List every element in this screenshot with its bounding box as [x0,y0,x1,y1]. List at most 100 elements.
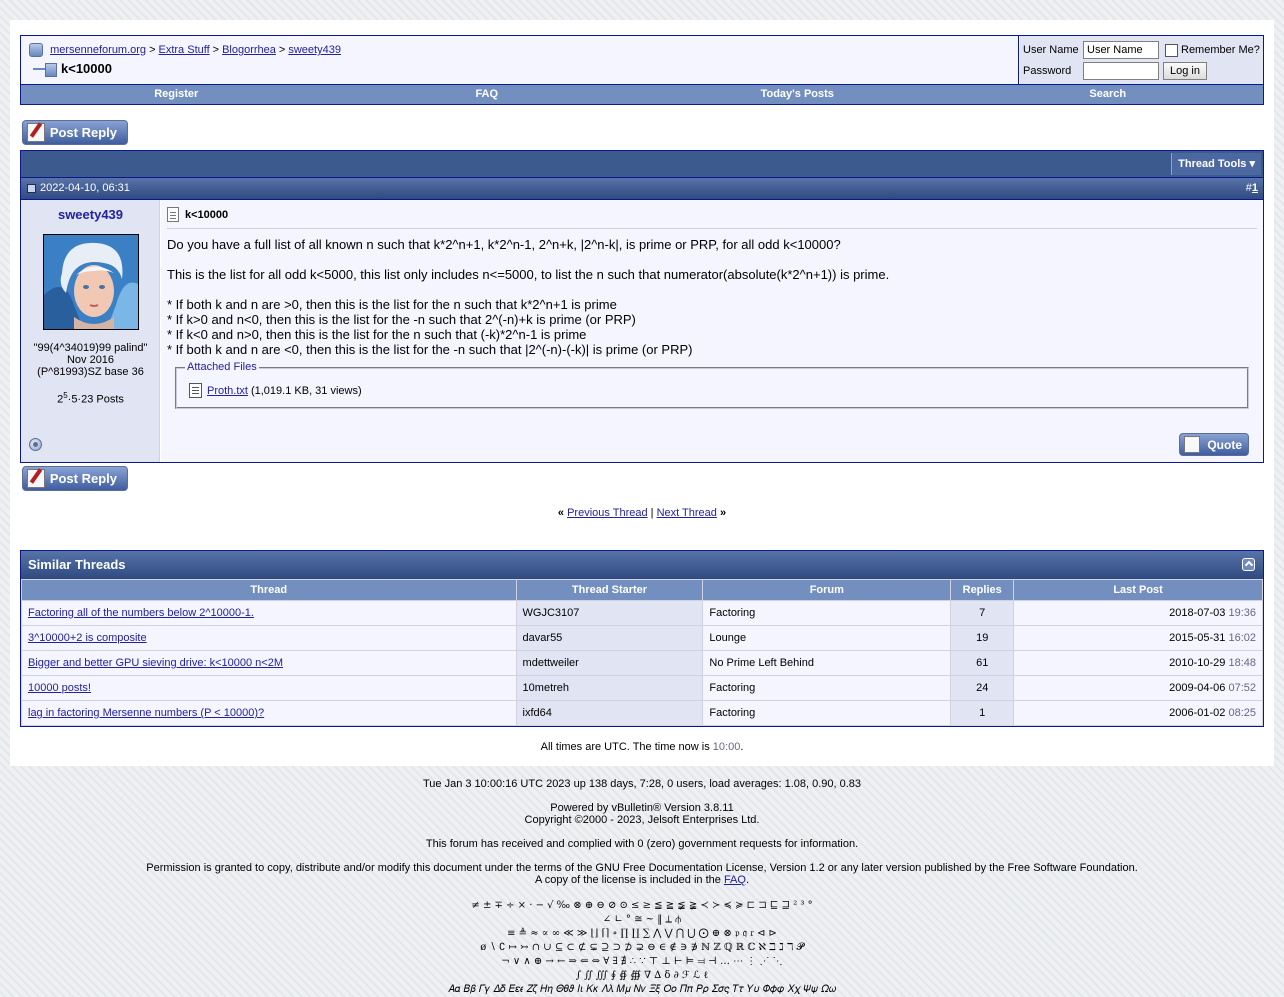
similar-threads-title: Similar Threads [28,557,126,572]
post-date-text: 2022-04-10, 06:31 [40,182,130,194]
last-post-time: 08:25 [1228,707,1256,719]
similar-threads-table: Thread Thread Starter Forum Replies Last… [21,579,1263,726]
post-reply-icon [27,123,45,142]
table-row: 3^10000+2 is composite davar55 Lounge 19… [21,625,1263,651]
thread-link[interactable]: lag in factoring Mersenne numbers (P < 1… [28,707,264,719]
glyph-line: ∠ ∟ ° ≅ ~ ‖ ⟂ ⫛ [602,914,682,925]
post-reply-button-top[interactable]: Post Reply [22,120,128,145]
glyph-line: ø ∖ ∁ ↦ ↣ ∩ ∪ ⊆ ⊂ ⊄ ⊊ ⊇ ⊃ ⊅ ⊋ ⊖ ∈ ∉ ∋ ∌ … [480,942,804,953]
attached-files: Attached Files Proth.txt (1,019.1 KB, 31… [175,361,1249,409]
collapse-icon[interactable] [1242,558,1255,571]
last-post-time: 16:02 [1228,632,1256,644]
post-body: sweety439 "99(4^34019)99 palind" Nov 201… [20,200,1264,463]
thread-reload-icon[interactable] [29,62,57,77]
thread-forum: Factoring [702,700,952,726]
thread-forum: No Prime Left Behind [702,650,952,676]
thread-title: k<10000 [61,61,112,76]
thread-nav-sep: | [650,507,654,519]
user-offline-icon [29,438,42,451]
faq-link[interactable]: FAQ [724,874,746,886]
menu-faq[interactable]: FAQ [332,85,643,104]
post-reply-label: Post Reply [49,471,117,486]
powered-by: Powered by vBulletin® Version 3.8.11 [550,802,734,814]
last-post-date: 2015-05-31 [1169,632,1226,644]
last-post-time: 07:52 [1228,682,1256,694]
user-title-line: (P^81993)SZ base 36 [37,366,144,378]
menu-todays-posts[interactable]: Today's Posts [642,85,953,104]
thread-link[interactable]: 10000 posts! [28,682,91,694]
copyright: Copyright ©2000 - 2023, Jelsoft Enterpri… [524,814,760,826]
attachment-item: Proth.txt (1,019.1 KB, 31 views) [189,383,362,398]
post-reply-icon [27,469,45,488]
col-thread: Thread [21,579,517,601]
glyph-line: ≡ ≜ ≈ ∝ ∞ ≪ ≫ ⌊⌋ ⌈⌉ ∘ ∏ ∐ ∑ ⋀ ⋁ ⋂ ⋃ ⨀ ⊕ … [507,928,777,939]
thread-link[interactable]: Factoring all of the numbers below 2^100… [28,607,254,619]
post-header: 2022-04-10, 06:31 #1 [20,178,1264,200]
thread-last-post: 2006-01-02 08:25 [1013,700,1263,726]
thread-forum: Factoring [702,600,952,626]
thread-tools-label: Thread Tools [1178,158,1247,170]
login-button[interactable]: Log in [1163,62,1207,80]
thread-tools-button[interactable]: Thread Tools ▾ [1171,153,1261,175]
previous-thread-link[interactable]: Previous Thread [567,507,648,519]
thread-replies: 24 [950,675,1015,701]
thread-starter: WGJC3107 [515,600,704,626]
thread-forum: Lounge [702,625,952,651]
glyph-line: ¬ ∨ ∧ ⊕ → ← ⇒ ⇐ ⇔ ∀ ∃ ∄ ∴ ∵ ⊤ ⊥ ⊢ ⊨ ⫤ ⊣ … [501,956,783,967]
breadcrumb-home[interactable]: mersenneforum.org [50,44,146,56]
nav-right-quote: » [719,507,727,519]
login-row-user: User Name Remember Me? [1023,41,1260,59]
glyph-line: ∫ ∬ ∭ ∮ ∯ ∰ ∇ ∆ δ ∂ ℱ ℒ ℓ [575,970,709,981]
page-title: k<10000 [29,61,112,77]
menu-bar: Register FAQ Today's Posts Search [20,85,1264,105]
quote-label: Quote [1207,437,1242,452]
old-post-icon [27,183,36,193]
timezone-end: . [740,741,744,753]
username-input[interactable] [1083,41,1159,59]
breadcrumb-blogorrhea[interactable]: Blogorrhea [222,44,276,56]
table-row: 10000 posts! 10metreh Factoring 24 2009-… [21,675,1263,701]
thread-link[interactable]: 3^10000+2 is composite [28,632,147,644]
post-date: 2022-04-10, 06:31 [27,182,130,194]
post-divider [167,228,1257,229]
thread-replies: 1 [950,700,1015,726]
remember-me-checkbox[interactable] [1165,43,1178,57]
col-last-post: Last Post [1013,579,1263,601]
last-post-date: 2018-07-03 [1169,607,1226,619]
post-paragraph: This is the list for all odd k<5000, thi… [167,267,890,282]
menu-register[interactable]: Register [21,85,332,104]
thread-link[interactable]: Bigger and better GPU sieving drive: k<1… [28,657,283,669]
next-thread-link[interactable]: Next Thread [657,507,717,519]
similar-threads-header: Similar Threads [21,551,1263,579]
table-row: lag in factoring Mersenne numbers (P < 1… [21,700,1263,726]
post-number-link[interactable]: 1 [1252,182,1258,194]
breadcrumb-sweety439[interactable]: sweety439 [288,44,341,56]
post-username[interactable]: sweety439 [21,207,160,222]
breadcrumb-extra-stuff[interactable]: Extra Stuff [159,44,210,56]
quote-icon [1184,436,1200,453]
thread-starter: davar55 [515,625,704,651]
post-title-text: k<10000 [185,208,229,221]
glyph-line: ≠ ± ∓ ÷ × · − √ ‰ ⊗ ⊕ ⊖ ⊘ ⊙ ≤ ≥ ≦ ≧ ≨ ≩ … [471,900,813,911]
server-uptime: Tue Jan 3 10:00:16 UTC 2023 up 138 days,… [422,778,862,790]
attachment-link[interactable]: Proth.txt [207,385,248,397]
post-reply-button-bottom[interactable]: Post Reply [22,466,128,491]
quote-button[interactable]: Quote [1179,433,1249,456]
post-document-icon [167,207,179,222]
chevron-down-icon: ▾ [1249,158,1255,170]
nav-left-quote: « [557,507,565,519]
menu-search[interactable]: Search [953,85,1264,104]
thread-replies: 61 [950,650,1015,676]
thread-starter: ixfd64 [515,700,704,726]
table-header-row: Thread Thread Starter Forum Replies Last… [21,579,1263,601]
timezone-notice: All times are UTC. The time now is 10:00… [10,741,1274,753]
password-input[interactable] [1083,62,1159,80]
breadcrumb-sep: > [149,43,156,56]
forum-up-icon[interactable] [29,43,43,57]
thread-navigation: « Previous Thread | Next Thread » [10,507,1274,519]
nav-left: mersenneforum.org > Extra Stuff > Blogorrhea… [21,36,1019,84]
license-copy-text: A copy of the license is included in the [534,874,721,886]
footer: Tue Jan 3 10:00:16 UTC 2023 up 138 days,… [0,778,1284,898]
post-bullet: * If k>0 and n<0, then this is the list … [167,312,636,327]
post-reply-label: Post Reply [49,125,117,140]
